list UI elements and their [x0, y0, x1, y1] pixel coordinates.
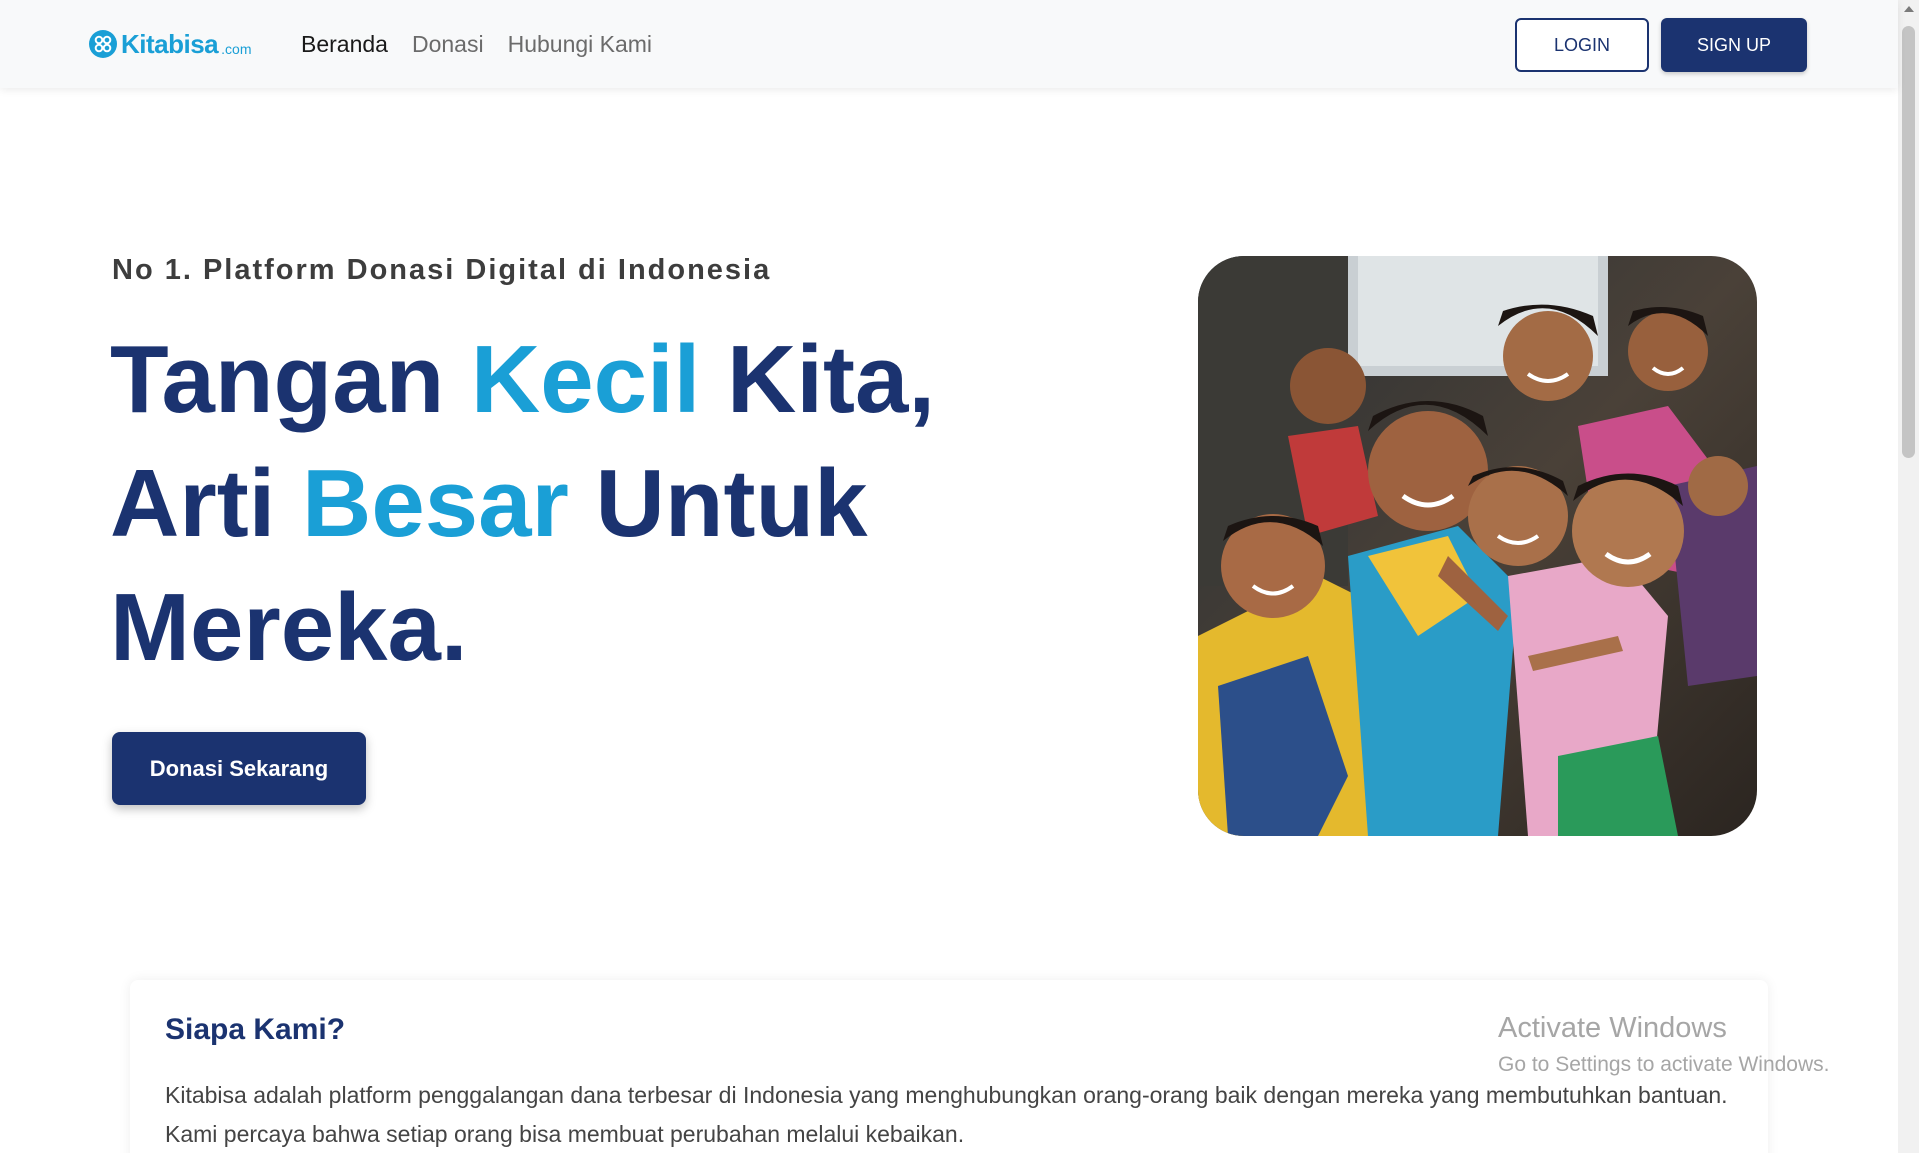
- about-title: Siapa Kami?: [165, 1013, 346, 1046]
- headline-accent: Kecil: [470, 326, 701, 433]
- watermark-subtitle: Go to Settings to activate Windows.: [1498, 1053, 1830, 1076]
- login-button[interactable]: LOGIN: [1515, 18, 1649, 72]
- activate-windows-watermark: Activate Windows Go to Settings to activ…: [1498, 1010, 1830, 1080]
- about-text: Kitabisa adalah platform penggalangan da…: [165, 1082, 1728, 1147]
- navbar: Kitabisa .com Beranda Donasi Hubungi Kam…: [0, 0, 1898, 88]
- headline-text: Kita,: [700, 326, 936, 433]
- brand-suffix: .com: [221, 40, 252, 57]
- hero-headline: Tangan Kecil Kita, Arti Besar Untuk Mere…: [110, 318, 1010, 690]
- brand-name: Kitabisa: [121, 28, 219, 59]
- headline-accent: Besar: [302, 450, 569, 557]
- headline-line1: Tangan Kecil Kita,: [110, 326, 935, 433]
- headline-text: Tangan: [110, 326, 471, 433]
- page: Kitabisa .com Beranda Donasi Hubungi Kam…: [0, 0, 1919, 1153]
- hero-image: [1198, 256, 1757, 836]
- watermark-title: Activate Windows: [1498, 1012, 1727, 1044]
- hero-tagline: No 1. Platform Donasi Digital di Indones…: [112, 254, 772, 286]
- kitabisa-logo-icon: [89, 30, 117, 58]
- headline-text: Untuk: [568, 450, 868, 557]
- brand-logo[interactable]: Kitabisa .com: [88, 28, 252, 60]
- nav-link-beranda[interactable]: Beranda: [301, 30, 388, 58]
- headline-line3: Mereka.: [110, 574, 468, 681]
- signup-button[interactable]: SIGN UP: [1661, 18, 1807, 72]
- nav-link-donasi[interactable]: Donasi: [412, 30, 484, 58]
- children-photo-icon: [1198, 256, 1757, 836]
- main-nav: Beranda Donasi Hubungi Kami: [301, 30, 652, 58]
- scrollbar-thumb[interactable]: [1902, 26, 1915, 458]
- nav-link-hubungi-kami[interactable]: Hubungi Kami: [508, 30, 652, 58]
- headline-text: Arti: [110, 450, 302, 557]
- headline-line2: Arti Besar Untuk: [110, 450, 868, 557]
- donate-now-button[interactable]: Donasi Sekarang: [112, 732, 366, 805]
- scroll-up-icon[interactable]: [1904, 6, 1914, 12]
